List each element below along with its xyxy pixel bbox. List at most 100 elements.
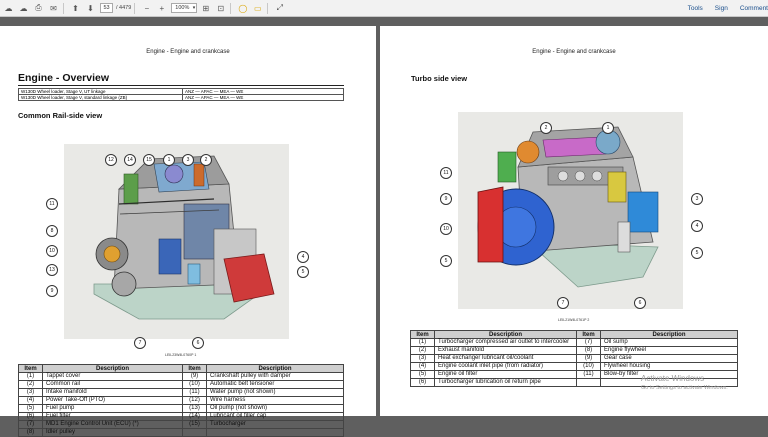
callout-marker: 15 [143, 154, 155, 166]
watermark-title: Activate Windows [641, 374, 705, 383]
item-number: (5) [410, 370, 435, 379]
callout-marker: 4 [691, 220, 703, 232]
item-description: Crankshaft pulley with damper [206, 372, 344, 381]
next-page-icon[interactable]: ⬇ [84, 2, 97, 15]
page-title: Engine - Overview [18, 72, 110, 84]
callout-marker: 5 [297, 266, 309, 278]
callout-marker: 5 [440, 255, 452, 267]
toolbar-divider [267, 2, 269, 14]
item-description: Idler pulley [42, 428, 183, 437]
item-number: (10) [576, 362, 601, 371]
callout-marker: 9 [46, 285, 58, 297]
section-heading: Common Rail-side view [18, 111, 103, 120]
item-number: (7) [18, 420, 43, 429]
table-row: (3) Heat exchanger lubricant oil/coolant(… [410, 354, 738, 363]
model-row: W130D Wheel loader, Stage V, standard li… [18, 94, 344, 101]
callout-marker: 12 [105, 154, 117, 166]
model-regions: ANZ — APAC — MEA — WE [182, 94, 344, 101]
legend-header: Item [18, 364, 43, 373]
right-page: Engine - Engine and crankcase Turbo side… [380, 26, 768, 416]
callout-marker: 7 [134, 337, 146, 349]
table-row: (2) Exhaust manifold (8) Engine flywheel [410, 346, 738, 355]
table-row: (4) Power Take-Off (PTO) (12) Wire harness [18, 396, 344, 405]
callout-marker: 3 [691, 193, 703, 205]
chevron-down-icon: ▾ [192, 5, 196, 11]
item-description: Tappet cover [42, 372, 183, 381]
item-description: Wire harness [206, 396, 344, 405]
callout-marker: 1 [163, 154, 175, 166]
legend-header: Item [576, 330, 601, 339]
page-header: Engine - Engine and crankcase [146, 49, 230, 55]
callout-marker: 14 [124, 154, 136, 166]
item-number: (7) [576, 338, 601, 347]
legend-header: Description [206, 364, 344, 373]
item-description: Exhaust manifold [434, 346, 577, 355]
item-description: Engine coolant inlet pipe (from radiator… [434, 362, 577, 371]
callout-marker: 6 [634, 297, 646, 309]
model-table: W130D Wheel loader, Stage V, UT linkage … [18, 88, 344, 101]
email-icon[interactable]: ✉ [47, 2, 60, 15]
engine-rail-side-figure [64, 144, 289, 339]
highlight-icon[interactable]: ▭ [251, 2, 264, 15]
page-number-input[interactable]: 53 [100, 3, 113, 13]
callout-marker: 2 [540, 122, 552, 134]
sign-link[interactable]: Sign [715, 5, 728, 12]
zoom-out-icon[interactable]: − [140, 2, 153, 15]
callout-marker: 10 [440, 223, 452, 235]
item-number [182, 428, 207, 437]
callout-marker: 4 [297, 251, 309, 263]
item-number: (12) [182, 396, 207, 405]
item-number: (9) [182, 372, 207, 381]
item-number: (9) [576, 354, 601, 363]
upload-icon[interactable]: ☁ [17, 2, 30, 15]
item-number: (4) [410, 362, 435, 371]
legend-header: Description [434, 330, 577, 339]
item-number: (11) [182, 388, 207, 397]
item-number: (8) [18, 428, 43, 437]
create-icon[interactable]: ☁ [2, 2, 15, 15]
item-number: (3) [410, 354, 435, 363]
item-number: (2) [18, 380, 43, 389]
comment-link[interactable]: Comment [740, 5, 768, 12]
item-description: Fuel filter [42, 412, 183, 421]
callout-marker: 11 [440, 167, 452, 179]
engine-turbo-side-figure [458, 112, 683, 309]
previous-page-icon[interactable]: ⬆ [69, 2, 82, 15]
title-rule [18, 85, 344, 86]
figure-caption: LEIL23W4L0760P 1 [165, 353, 197, 357]
legend-table: Item Description Item Description (1) Tap… [18, 364, 344, 437]
print-icon[interactable]: ⎙ [32, 2, 45, 15]
section-heading: Turbo side view [411, 74, 468, 83]
item-description [206, 428, 344, 437]
item-number: (13) [182, 404, 207, 413]
legend-header: Description [42, 364, 183, 373]
callout-marker: 6 [192, 337, 204, 349]
fit-width-icon[interactable]: ⊡ [214, 2, 227, 15]
item-description: Turbocharger [206, 420, 344, 429]
legend-header: Description [600, 330, 738, 339]
table-row: (8) Idler pulley [18, 428, 344, 437]
tools-link[interactable]: Tools [688, 5, 703, 12]
comment-icon[interactable]: ◯ [236, 2, 249, 15]
fit-page-icon[interactable]: ⊞ [199, 2, 212, 15]
watermark-subtitle: Go to Settings to activate Windows. [641, 385, 728, 391]
toolbar-divider [230, 2, 232, 14]
figure-caption: LEIL21W4L0761P 2 [558, 318, 590, 322]
zoom-select[interactable]: 100% ▾ [171, 3, 198, 13]
callout-marker: 2 [200, 154, 212, 166]
item-number: (10) [182, 380, 207, 389]
expand-icon[interactable]: ⤢ [273, 2, 286, 15]
item-description: Lubricant oil filler cap [206, 412, 344, 421]
item-description: Heat exchanger lubricant oil/coolant [434, 354, 577, 363]
table-row: (3) Intake manifold (11) Water pump (not sh… [18, 388, 344, 397]
zoom-in-icon[interactable]: + [155, 2, 168, 15]
callout-marker: 5 [691, 247, 703, 259]
callout-marker: 1 [602, 122, 614, 134]
item-number: (15) [182, 420, 207, 429]
item-description: Intake manifold [42, 388, 183, 397]
table-row: (1) Turbocharger compressed air outlet to… [410, 338, 738, 347]
table-row: (2) Common rail (10) Automatic belt tension… [18, 380, 344, 389]
table-row: (5) Fuel pump (13) Oil pump (not shown) [18, 404, 344, 413]
legend-header-row: Item Description Item Description [18, 364, 344, 373]
toolbar-right-links: Tools Sign Comment [688, 0, 768, 17]
